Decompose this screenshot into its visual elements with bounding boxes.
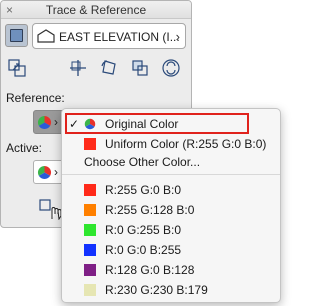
color-swatch [84,138,96,150]
menu-item-label: R:128 G:0 B:128 [105,263,195,277]
swap-icon[interactable] [161,58,181,78]
trace-view-toggle[interactable] [5,24,28,47]
menu-item-label: Choose Other Color... [84,155,201,169]
menu-item-color[interactable]: R:230 G:230 B:179 [62,281,280,300]
color-swatch [84,184,96,196]
color-swatch [84,264,96,276]
menu-item-color[interactable]: R:0 G:255 B:0 [62,221,280,240]
menu-item-label: R:230 G:230 B:179 [105,283,208,297]
menu-item-color[interactable]: R:255 G:0 B:0 [62,181,280,200]
menu-item-label: Uniform Color (R:255 G:0 B:0) [105,137,267,151]
chevron-right-icon: › [54,115,58,129]
color-swatch [84,224,96,236]
active-label: Active: [6,141,43,155]
menu-item-label: R:0 G:255 B:0 [105,223,182,237]
menu-item-color[interactable]: R:255 G:128 B:0 [62,201,280,220]
color-popup-menu: ✓ Original Color Uniform Color (R:255 G:… [61,108,281,303]
chevron-right-icon: › [175,29,180,44]
original-color-pie-icon [37,165,52,180]
elevation-name: EAST ELEVATION (I... [59,30,180,44]
original-color-pie-icon [84,118,96,130]
menu-item-original-color[interactable]: ✓ Original Color [62,115,280,134]
menu-separator [62,174,280,175]
rotate-icon[interactable] [99,58,119,78]
move-cross-icon[interactable] [68,58,88,78]
chevron-right-icon: › [54,165,58,179]
checkmark-icon: ✓ [69,117,80,131]
color-swatch [84,244,96,256]
menu-item-choose-other-color[interactable]: Choose Other Color... [62,153,280,172]
menu-item-label: Original Color [105,117,179,131]
menu-item-uniform-color[interactable]: Uniform Color (R:255 G:0 B:0) [62,135,280,154]
original-color-pie-icon [37,115,52,130]
move-icon[interactable] [7,58,27,78]
palette-title-bar[interactable]: × Trace & Reference [1,1,191,19]
reference-label: Reference: [6,91,65,105]
trace-view-icon [10,29,23,42]
menu-item-label: R:0 G:0 B:255 [105,243,182,257]
reference-view-selector[interactable]: EAST ELEVATION (I... › [32,23,186,49]
menu-item-color[interactable]: R:0 G:0 B:255 [62,241,280,260]
palette-title: Trace & Reference [45,3,147,17]
color-swatch [84,204,96,216]
elevation-icon [37,29,55,43]
mirror-icon[interactable] [130,58,150,78]
menu-item-label: R:255 G:0 B:0 [105,183,182,197]
menu-item-label: R:255 G:128 B:0 [105,203,195,217]
color-swatch [84,284,96,296]
menu-item-color[interactable]: R:128 G:0 B:128 [62,261,280,280]
